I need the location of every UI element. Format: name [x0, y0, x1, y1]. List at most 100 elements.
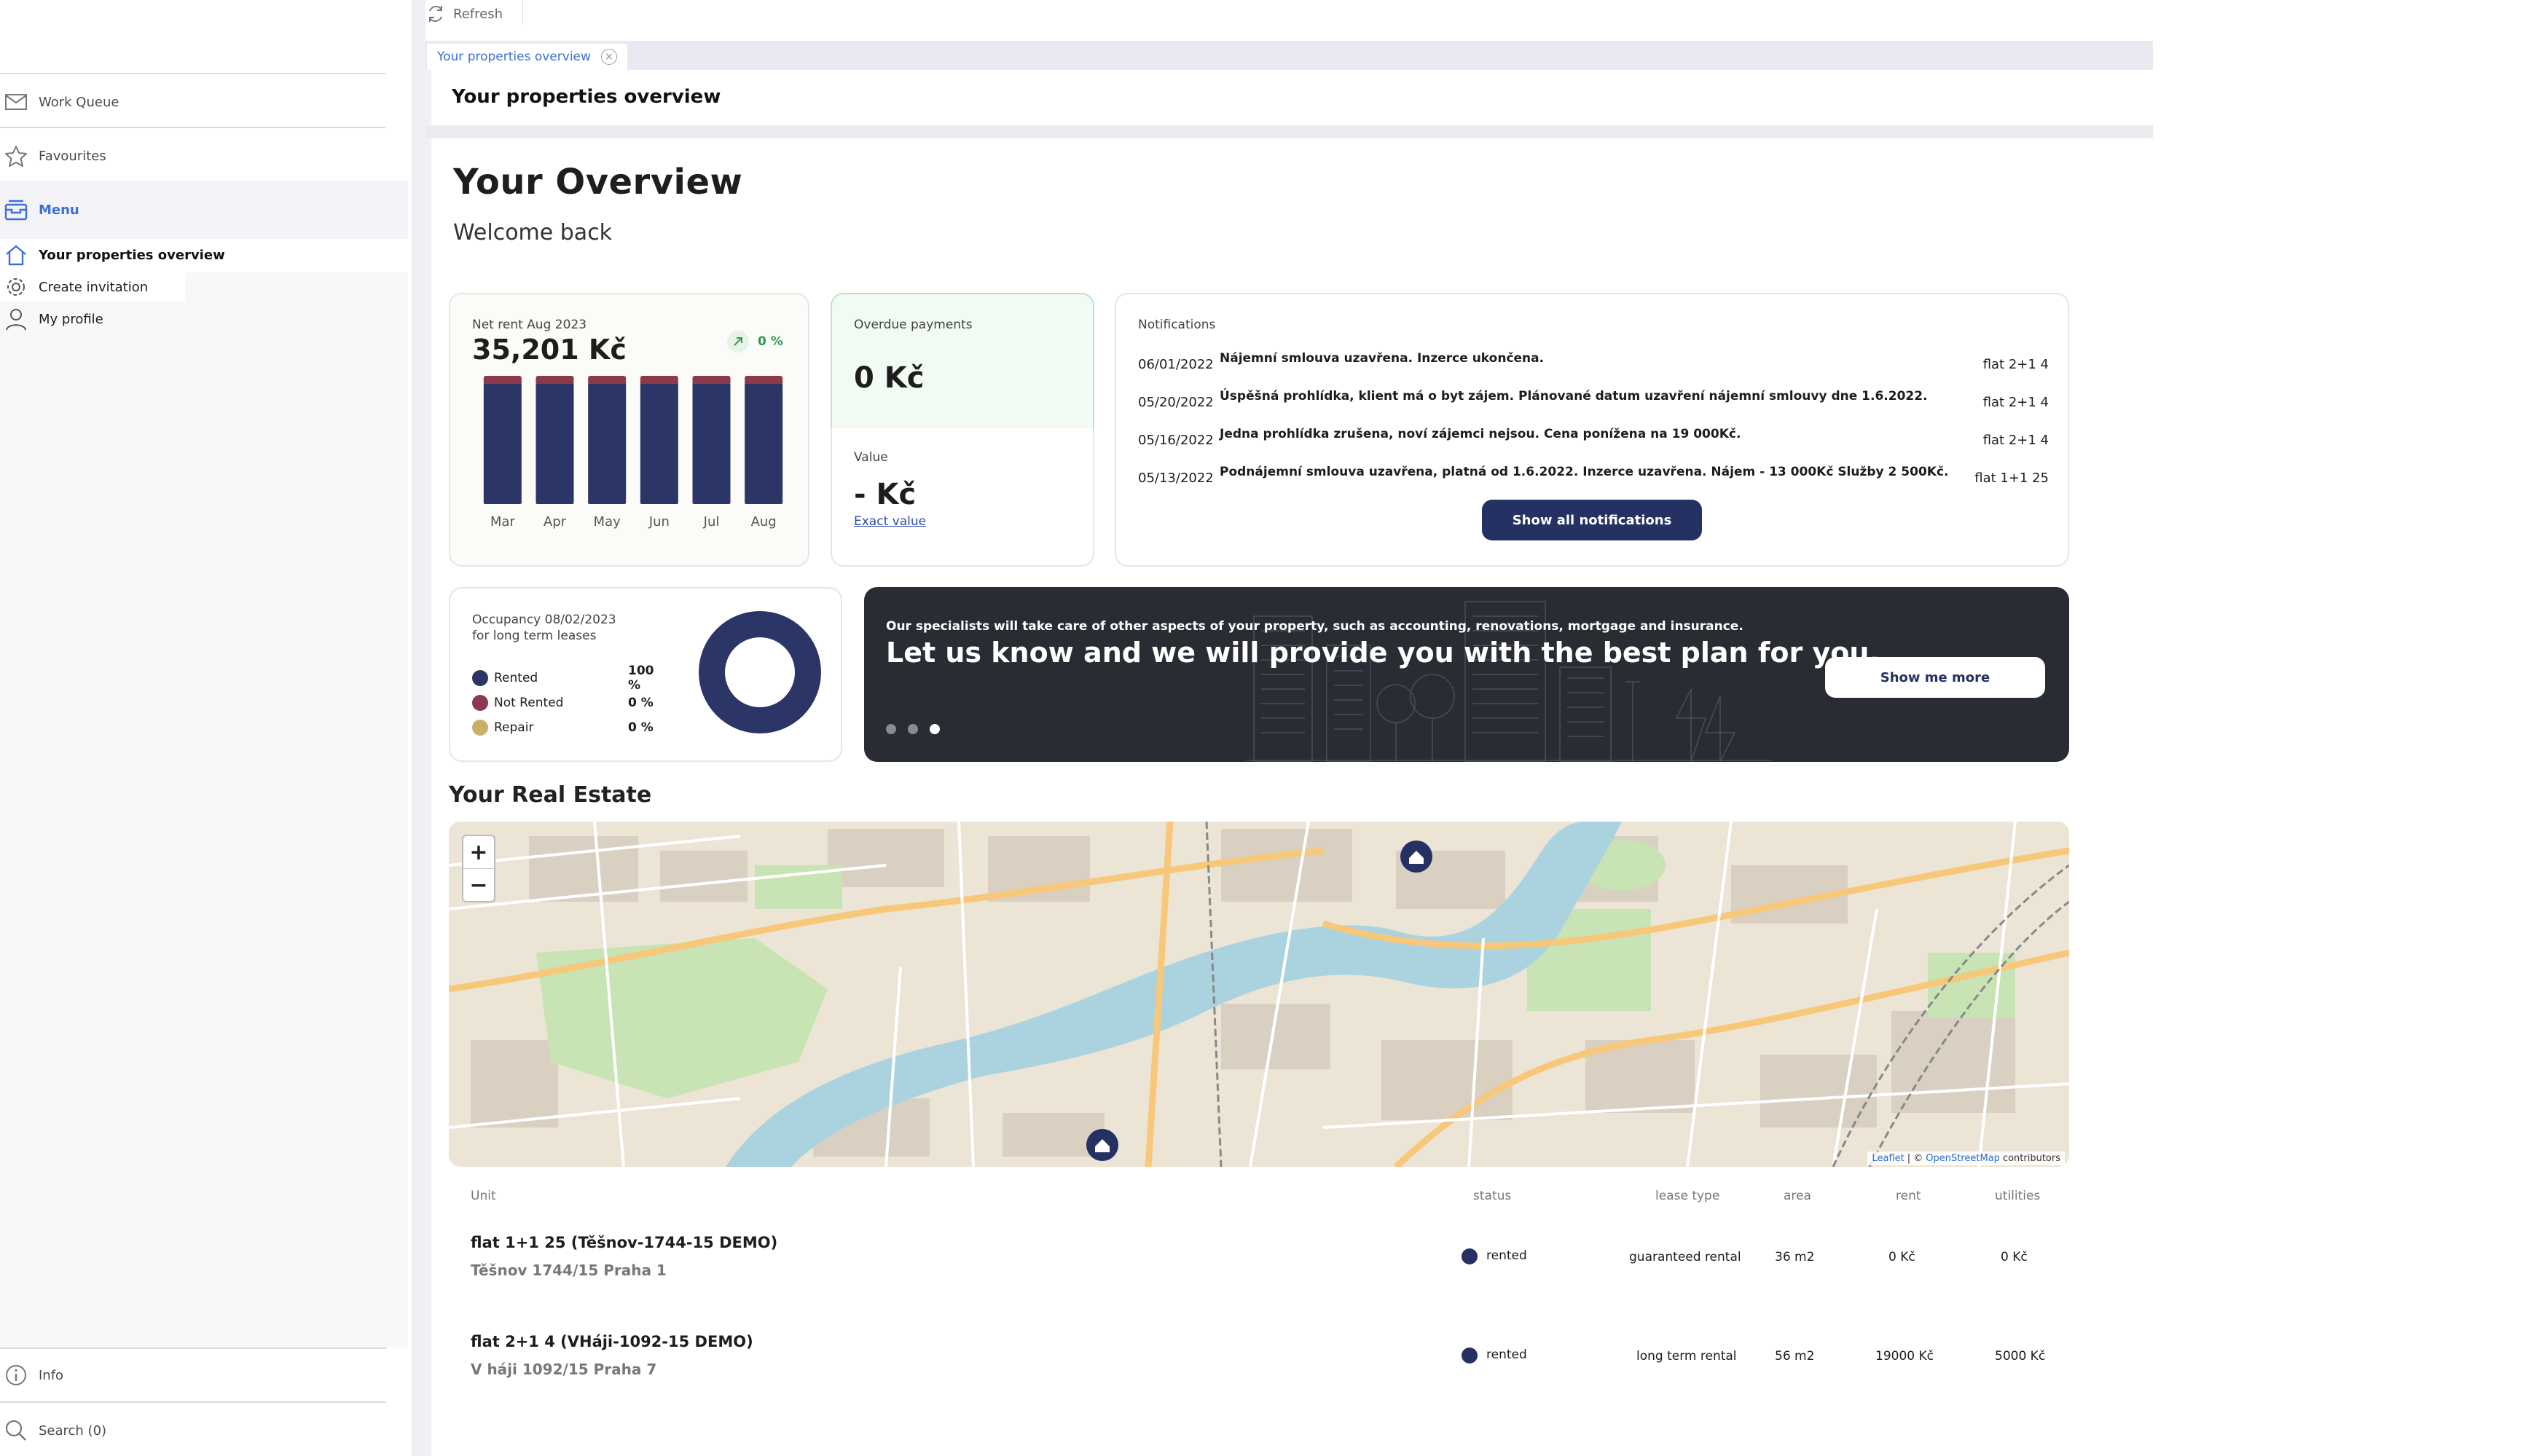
- refresh-icon: [425, 4, 446, 24]
- unit-lease-type: long term rental: [1636, 1349, 1737, 1363]
- sidebar-item-label: Your properties overview: [39, 247, 225, 263]
- property-map[interactable]: + − Leaflet | © OpenStreetMap contributo…: [449, 822, 2069, 1167]
- sidebar-divider: [0, 127, 386, 128]
- map-attribution: Leaflet | © OpenStreetMap contributors: [1867, 1152, 2065, 1165]
- osm-link[interactable]: OpenStreetMap: [1926, 1153, 2000, 1164]
- notifications-card: Notifications 06/01/2022 Nájemní smlouva…: [1115, 293, 2069, 567]
- sidebar-gutter: [412, 0, 425, 1456]
- carousel-dot[interactable]: [908, 724, 918, 734]
- city-skyline-illustration: [1247, 601, 1771, 762]
- sidebar-submenu-area: [0, 272, 408, 1347]
- sidebar-item-label: My profile: [39, 311, 103, 327]
- tab-properties-overview[interactable]: Your properties overview ×: [427, 44, 627, 70]
- show-all-notifications-button[interactable]: Show all notifications: [1482, 500, 1702, 540]
- sidebar-item-properties-overview[interactable]: Your properties overview: [0, 240, 386, 269]
- page-title: Your Overview: [453, 162, 743, 202]
- promo-subtitle: Our specialists will take care of other …: [886, 619, 1743, 634]
- notification-date: 05/20/2022: [1138, 395, 1214, 410]
- legend-label: Repair: [494, 720, 534, 735]
- legend-value: 0 %: [628, 720, 654, 735]
- unit-title[interactable]: flat 1+1 25 (Těšnov-1744-15 DEMO): [471, 1234, 777, 1251]
- x-tick-label: Jul: [703, 514, 720, 530]
- sidebar-divider: [0, 1401, 386, 1403]
- donut-slice-rented: [699, 611, 821, 733]
- zoom-in-button[interactable]: +: [463, 836, 494, 868]
- occupancy-title-line: Occupancy 08/02/2023: [472, 613, 616, 627]
- refresh-button[interactable]: Refresh: [425, 1, 503, 26]
- sidebar-item-search[interactable]: Search (0): [0, 1416, 386, 1445]
- toolbar-divider: [522, 0, 523, 25]
- sidebar-item-work-queue[interactable]: Work Queue: [0, 87, 386, 117]
- info-icon: [1, 1361, 31, 1390]
- x-tick-label: Apr: [544, 514, 567, 530]
- exact-value-link[interactable]: Exact value: [854, 514, 926, 529]
- leaflet-link[interactable]: Leaflet: [1872, 1153, 1904, 1164]
- occupancy-subtitle: for long term leases: [472, 629, 597, 643]
- zoom-out-button[interactable]: −: [463, 869, 494, 901]
- notification-date: 05/16/2022: [1138, 433, 1214, 448]
- unit-area: 36 m2: [1775, 1250, 1815, 1264]
- notification-unit: flat 1+1 25: [1974, 471, 2049, 486]
- close-icon[interactable]: ×: [600, 49, 617, 65]
- sidebar-item-info[interactable]: Info: [0, 1361, 386, 1390]
- unit-status: rented: [1486, 1248, 1527, 1263]
- column-header-unit: Unit: [471, 1189, 496, 1203]
- x-tick-label: May: [594, 514, 621, 530]
- status-dot: [1462, 1248, 1478, 1264]
- notification-item[interactable]: 06/01/2022 Nájemní smlouva uzavřena. Inz…: [1138, 351, 2049, 373]
- column-header-lease-type: lease type: [1655, 1189, 1720, 1203]
- notification-item[interactable]: 05/13/2022 Podnájemní smlouva uzavřena, …: [1138, 465, 2049, 487]
- legend-swatch: [472, 670, 488, 686]
- user-icon: [1, 304, 31, 334]
- notification-date: 06/01/2022: [1138, 357, 1214, 372]
- net-rent-change: 0 %: [727, 331, 783, 353]
- sidebar-divider: [0, 73, 386, 74]
- column-header-area: area: [1784, 1189, 1811, 1203]
- map-marker[interactable]: [1400, 841, 1432, 873]
- net-rent-bar-chart: Mar Apr May Jun Jul Aug: [483, 376, 783, 530]
- occupancy-donut-chart: [699, 611, 821, 733]
- legend-item-not-rented: Not Rented 0 %: [472, 693, 662, 712]
- x-tick-label: Mar: [490, 514, 516, 530]
- legend-swatch: [472, 720, 488, 736]
- column-header-rent: rent: [1896, 1189, 1921, 1203]
- tab-strip: Your properties overview ×: [425, 41, 2153, 70]
- notification-item[interactable]: 05/16/2022 Jedna prohlídka zrušena, noví…: [1138, 427, 2049, 449]
- sidebar-item-favourites[interactable]: Favourites: [0, 141, 386, 170]
- carousel-dot-active[interactable]: [930, 724, 940, 734]
- sidebar-item-label: Favourites: [39, 148, 106, 164]
- notifications-title: Notifications: [1138, 318, 1216, 332]
- star-icon: [1, 141, 31, 170]
- net-rent-card: Net rent Aug 2023 35,201 Kč 0 % Mar Apr Ma…: [449, 293, 809, 567]
- attribution-suffix: contributors: [2002, 1153, 2060, 1164]
- sidebar-item-create-invitation[interactable]: Create invitation: [0, 272, 185, 302]
- unit-title[interactable]: flat 2+1 4 (VHáji-1092-15 DEMO): [471, 1333, 753, 1350]
- notification-message: Úspěšná prohlídka, klient má o byt zájem…: [1220, 389, 1928, 404]
- x-tick-label: Aug: [751, 514, 777, 530]
- show-me-more-button[interactable]: Show me more: [1825, 657, 2045, 698]
- value-card: Value - Kč Exact value: [831, 428, 1094, 567]
- legend-item-rented: Rented 100 %: [472, 664, 662, 693]
- overdue-payments-card: Overdue payments 0 Kč: [831, 293, 1094, 430]
- sidebar-item-my-profile[interactable]: My profile: [0, 304, 386, 334]
- page-header-band: [425, 125, 2153, 138]
- unit-utilities: 5000 Kč: [1995, 1349, 2046, 1363]
- sidebar-item-label: Menu: [39, 202, 79, 218]
- value-amount: - Kč: [854, 478, 917, 511]
- legend-label: Rented: [494, 671, 538, 685]
- notification-date: 05/13/2022: [1138, 471, 1214, 486]
- bar-segment: [692, 384, 731, 504]
- carousel-dots: [886, 724, 940, 734]
- value-label: Value: [854, 450, 888, 465]
- notification-message: Jedna prohlídka zrušena, noví zájemci ne…: [1220, 427, 1741, 441]
- sidebar-item-label: Info: [39, 1367, 64, 1383]
- unit-lease-type: guaranteed rental: [1629, 1250, 1741, 1264]
- map-marker[interactable]: [1086, 1129, 1118, 1161]
- trend-up-icon: [727, 331, 749, 353]
- overdue-label: Overdue payments: [854, 318, 973, 332]
- bar-segment: [483, 384, 522, 504]
- carousel-dot[interactable]: [886, 724, 896, 734]
- legend-label: Not Rented: [494, 696, 564, 710]
- sidebar-item-menu[interactable]: Menu: [0, 181, 408, 239]
- notification-item[interactable]: 05/20/2022 Úspěšná prohlídka, klient má …: [1138, 389, 2049, 411]
